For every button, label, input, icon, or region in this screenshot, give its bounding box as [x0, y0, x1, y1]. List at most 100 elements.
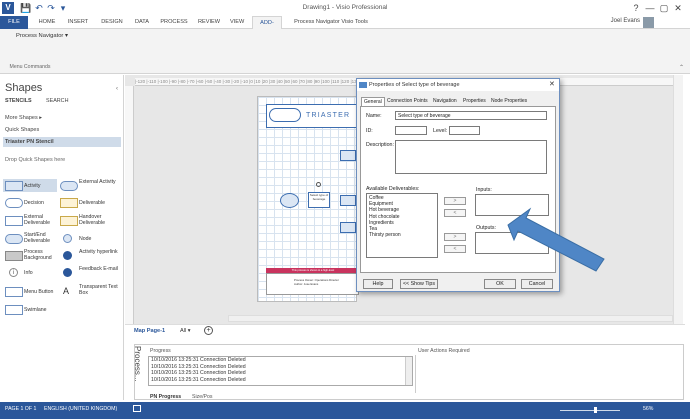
stencil-label: Triaster PN Stencil: [5, 139, 54, 145]
all-pages-dropdown[interactable]: All ▾: [180, 328, 191, 334]
id-field[interactable]: [395, 126, 427, 135]
horizontal-scrollbar[interactable]: [228, 315, 673, 322]
tab-stencils[interactable]: STENCILS: [5, 98, 32, 104]
tab-insert[interactable]: INSERT: [63, 16, 93, 29]
shape-menu-button[interactable]: Menu Button: [24, 289, 53, 295]
name-field[interactable]: Select type of beverage: [395, 111, 547, 120]
show-tips-button[interactable]: << Show Tips: [400, 279, 438, 289]
quick-shapes[interactable]: Quick Shapes: [5, 127, 39, 133]
description-field[interactable]: [395, 140, 547, 174]
tab-file[interactable]: FILE: [0, 16, 28, 29]
shape-decision[interactable]: Decision: [24, 200, 44, 206]
tab-data[interactable]: DATA: [130, 16, 154, 29]
dialog-close-icon[interactable]: ✕: [549, 80, 555, 88]
help-button[interactable]: Help: [363, 279, 393, 289]
list-item[interactable]: Thirsty person: [369, 232, 435, 238]
dialog-tab-connection-points[interactable]: Connection Points: [385, 97, 430, 106]
node-shape-icon: [63, 234, 72, 243]
tab-map-page-1[interactable]: Map Page-1: [134, 328, 165, 334]
flow-deliverable-1[interactable]: [340, 150, 356, 161]
shape-external-deliverable[interactable]: External Deliverable: [24, 214, 58, 226]
available-deliverables-list[interactable]: Coffee Equipment Hot beverage Hot chocol…: [366, 193, 438, 258]
redo-icon[interactable]: ↷: [46, 3, 56, 13]
log-scrollbar[interactable]: [405, 357, 412, 385]
add-page-icon[interactable]: +: [204, 326, 213, 335]
remove-input-button[interactable]: <: [444, 209, 466, 217]
flow-start-node[interactable]: [280, 193, 299, 208]
maximize-button[interactable]: ▢: [658, 2, 670, 14]
feedback-email-icon: [63, 268, 72, 277]
more-shapes[interactable]: More Shapes ▸: [5, 115, 42, 121]
log-line: 10/10/2016 13:25:31 Connection Deleted: [151, 370, 246, 376]
chevron-right-icon: ▸: [39, 115, 43, 121]
flow-selected-activity[interactable]: Select type of beverage: [308, 192, 330, 208]
status-language[interactable]: ENGLISH (UNITED KINGDOM): [44, 406, 117, 412]
shape-handover-deliverable[interactable]: Handover Deliverable: [79, 214, 119, 226]
ribbon: [0, 29, 690, 74]
dialog-tab-general[interactable]: General: [361, 97, 385, 106]
zoom-slider[interactable]: [560, 410, 620, 411]
menu-button-shape-icon: [5, 287, 23, 297]
shape-process-background[interactable]: Process Background: [24, 249, 58, 261]
shape-external-activity[interactable]: External Activity: [79, 179, 119, 185]
tab-process[interactable]: PROCESS: [156, 16, 192, 29]
shape-transparent-text-box[interactable]: Transparent Text Box: [79, 284, 119, 296]
available-deliverables-label: Available Deliverables:: [366, 186, 420, 192]
start-end-deliverable-shape-icon: [5, 234, 23, 244]
flow-deliverable-2[interactable]: [340, 195, 356, 206]
help-button[interactable]: ?: [630, 2, 642, 14]
zoom-level[interactable]: 56%: [643, 406, 653, 412]
close-button[interactable]: ✕: [672, 2, 684, 14]
flow-deliverable-3[interactable]: [340, 222, 356, 233]
level-field[interactable]: [449, 126, 480, 135]
save-icon[interactable]: 💾: [20, 3, 31, 13]
remove-output-button[interactable]: <: [444, 245, 466, 253]
handover-deliverable-shape-icon: [60, 216, 78, 226]
id-label: ID:: [366, 128, 373, 134]
user-name[interactable]: Joel Evans: [611, 18, 640, 24]
tab-home[interactable]: HOME: [33, 16, 61, 29]
collapse-pane-icon[interactable]: ‹: [116, 86, 118, 92]
avatar[interactable]: [643, 17, 654, 28]
tab-design[interactable]: DESIGN: [96, 16, 128, 29]
shape-activity[interactable]: Activity: [24, 183, 40, 189]
add-input-button[interactable]: >: [444, 197, 466, 205]
ok-button[interactable]: OK: [484, 279, 516, 289]
zoom-slider-thumb[interactable]: [594, 407, 597, 413]
tab-search[interactable]: SEARCH: [46, 98, 68, 104]
inputs-label: Inputs:: [476, 187, 492, 193]
shape-deliverable[interactable]: Deliverable: [79, 200, 105, 206]
tab-add-ins[interactable]: ADD-INS: [252, 16, 282, 39]
shape-start-end-deliverable[interactable]: Start/End Deliverable: [24, 232, 58, 244]
tab-view[interactable]: VIEW: [226, 16, 248, 29]
tab-pn-progress[interactable]: PN Progress: [150, 394, 181, 400]
cancel-button[interactable]: Cancel: [521, 279, 553, 289]
macro-record-icon[interactable]: [133, 405, 141, 412]
tab-size-pos[interactable]: Size/Pos: [192, 394, 212, 400]
external-deliverable-shape-icon: [5, 216, 23, 226]
shapes-pane-title: Shapes: [5, 82, 43, 94]
dialog-tab-navigation[interactable]: Navigation: [431, 97, 459, 106]
shape-node[interactable]: Node: [79, 236, 91, 242]
log-line: 10/10/2016 13:25:31 Connection Deleted: [151, 376, 246, 383]
dialog-app-icon: [359, 82, 367, 88]
undo-icon[interactable]: ↶: [34, 3, 44, 13]
dialog-tab-node-properties[interactable]: Node Properties: [489, 97, 529, 106]
status-page[interactable]: PAGE 1 OF 1: [5, 406, 36, 412]
vertical-scrollbar[interactable]: [673, 75, 683, 325]
tab-process-navigator-tools[interactable]: Process Navigator Visio Tools: [288, 16, 374, 29]
minimize-button[interactable]: —: [644, 2, 656, 14]
tab-review[interactable]: REVIEW: [194, 16, 224, 29]
shape-feedback-email[interactable]: Feedback E-mail: [79, 266, 119, 272]
shape-activity-hyperlink[interactable]: Activity hyperlink: [79, 249, 119, 255]
shape-info[interactable]: Info: [24, 270, 33, 276]
collapse-ribbon-icon[interactable]: ⌃: [679, 64, 684, 71]
rotation-handle-icon[interactable]: [316, 182, 321, 187]
deliverable-shape-icon: [60, 198, 78, 208]
dialog-tab-properties[interactable]: Properties: [461, 97, 488, 106]
add-output-button[interactable]: >: [444, 233, 466, 241]
process-navigator-menu-button[interactable]: Process Navigator ▾: [16, 33, 68, 39]
customize-toolbar-icon[interactable]: ▾: [58, 3, 68, 13]
shape-swimlane[interactable]: Swimlane: [24, 307, 47, 313]
triaster-logo-icon: [269, 108, 301, 122]
